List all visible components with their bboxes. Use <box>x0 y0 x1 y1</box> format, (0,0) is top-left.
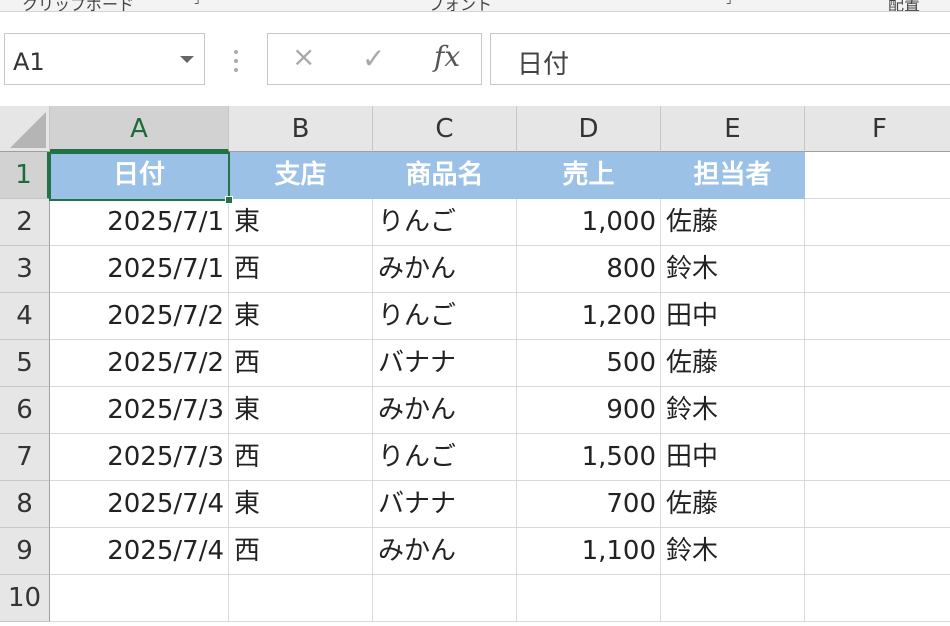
dialog-launcher-icon[interactable]: ⌟ <box>726 0 732 6</box>
cell-b8[interactable]: 東 <box>229 481 373 528</box>
row-header-6[interactable]: 6 <box>0 387 50 434</box>
row-header-5[interactable]: 5 <box>0 340 50 387</box>
row-header-8[interactable]: 8 <box>0 481 50 528</box>
cell-c4[interactable]: りんご <box>373 293 517 340</box>
cell-d8[interactable]: 700 <box>517 481 661 528</box>
cell-b3[interactable]: 西 <box>229 246 373 293</box>
cancel-icon[interactable]: × <box>292 40 315 73</box>
cell-f3[interactable] <box>805 246 950 293</box>
cell-d7[interactable]: 1,500 <box>517 434 661 481</box>
cell-f1[interactable] <box>805 152 950 199</box>
name-box-value: A1 <box>13 48 45 76</box>
column-header-c[interactable]: C <box>373 106 517 152</box>
function-icon[interactable]: fx <box>434 40 460 73</box>
name-box[interactable]: A1 <box>4 33 205 85</box>
cell-c7[interactable]: りんご <box>373 434 517 481</box>
cell-c2[interactable]: りんご <box>373 199 517 246</box>
cell-c9[interactable]: みかん <box>373 528 517 575</box>
row-header-4[interactable]: 4 <box>0 293 50 340</box>
cell-f8[interactable] <box>805 481 950 528</box>
cell-d10[interactable] <box>517 575 661 622</box>
ribbon-group-alignment[interactable]: 配置 <box>888 0 920 11</box>
check-icon[interactable]: ✓ <box>362 42 385 75</box>
cell-a7[interactable]: 2025/7/3 <box>50 434 229 481</box>
cell-f2[interactable] <box>805 199 950 246</box>
cell-b5[interactable]: 西 <box>229 340 373 387</box>
cell-e1[interactable]: 担当者 <box>661 152 805 199</box>
cell-d1[interactable]: 売上 <box>517 152 661 199</box>
cell-c6[interactable]: みかん <box>373 387 517 434</box>
cell-f6[interactable] <box>805 387 950 434</box>
column-header-d[interactable]: D <box>517 106 661 152</box>
cell-f7[interactable] <box>805 434 950 481</box>
column-header-f[interactable]: F <box>805 106 950 152</box>
cell-a1[interactable]: 日付 <box>50 152 229 199</box>
cell-d6[interactable]: 900 <box>517 387 661 434</box>
row-header-2[interactable]: 2 <box>0 199 50 246</box>
cell-d5[interactable]: 500 <box>517 340 661 387</box>
ribbon-group-clipboard[interactable]: クリップボード <box>22 0 134 11</box>
cell-d2[interactable]: 1,000 <box>517 199 661 246</box>
cell-a9[interactable]: 2025/7/4 <box>50 528 229 575</box>
cell-e6[interactable]: 鈴木 <box>661 387 805 434</box>
cell-a6[interactable]: 2025/7/3 <box>50 387 229 434</box>
formula-input[interactable]: 日付 <box>490 33 950 85</box>
cell-f10[interactable] <box>805 575 950 622</box>
row-header-10[interactable]: 10 <box>0 575 50 622</box>
fill-handle[interactable] <box>225 196 233 204</box>
cell-b7[interactable]: 西 <box>229 434 373 481</box>
cell-b2[interactable]: 東 <box>229 199 373 246</box>
ribbon-group-font[interactable]: フォント <box>428 0 492 11</box>
cell-e2[interactable]: 佐藤 <box>661 199 805 246</box>
formula-bar-area: A1 × ✓ fx 日付 <box>0 13 950 106</box>
cell-a8[interactable]: 2025/7/4 <box>50 481 229 528</box>
dropdown-arrow-icon[interactable] <box>180 56 194 63</box>
cell-d9[interactable]: 1,100 <box>517 528 661 575</box>
cell-a3[interactable]: 2025/7/1 <box>50 246 229 293</box>
column-header-a[interactable]: A <box>50 106 229 152</box>
cell-e10[interactable] <box>661 575 805 622</box>
cell-d4[interactable]: 1,200 <box>517 293 661 340</box>
cell-a2[interactable]: 2025/7/1 <box>50 199 229 246</box>
cell-e7[interactable]: 田中 <box>661 434 805 481</box>
cell-f5[interactable] <box>805 340 950 387</box>
cell-c10[interactable] <box>373 575 517 622</box>
cell-e5[interactable]: 佐藤 <box>661 340 805 387</box>
cell-e8[interactable]: 佐藤 <box>661 481 805 528</box>
cell-a5[interactable]: 2025/7/2 <box>50 340 229 387</box>
cell-f4[interactable] <box>805 293 950 340</box>
cell-b1[interactable]: 支店 <box>229 152 373 199</box>
cell-e9[interactable]: 鈴木 <box>661 528 805 575</box>
splitter-handle[interactable] <box>234 50 238 72</box>
cell-e4[interactable]: 田中 <box>661 293 805 340</box>
cell-c5[interactable]: バナナ <box>373 340 517 387</box>
cell-c1[interactable]: 商品名 <box>373 152 517 199</box>
cell-c3[interactable]: みかん <box>373 246 517 293</box>
cell-a10[interactable] <box>50 575 229 622</box>
row-header-9[interactable]: 9 <box>0 528 50 575</box>
ribbon-strip: クリップボード ⌟ フォント ⌟ 配置 <box>0 0 950 12</box>
cell-e3[interactable]: 鈴木 <box>661 246 805 293</box>
cell-b6[interactable]: 東 <box>229 387 373 434</box>
cell-a4[interactable]: 2025/7/2 <box>50 293 229 340</box>
column-header-e[interactable]: E <box>661 106 805 152</box>
row-header-3[interactable]: 3 <box>0 246 50 293</box>
row-header-7[interactable]: 7 <box>0 434 50 481</box>
cell-b4[interactable]: 東 <box>229 293 373 340</box>
cell-f9[interactable] <box>805 528 950 575</box>
formula-buttons: × ✓ fx <box>267 33 482 85</box>
column-header-b[interactable]: B <box>229 106 373 152</box>
dialog-launcher-icon[interactable]: ⌟ <box>194 0 200 6</box>
row-header-1[interactable]: 1 <box>0 152 50 199</box>
cell-b10[interactable] <box>229 575 373 622</box>
select-all-icon[interactable] <box>0 106 50 152</box>
cell-d3[interactable]: 800 <box>517 246 661 293</box>
cell-c8[interactable]: バナナ <box>373 481 517 528</box>
formula-content: 日付 <box>517 50 570 80</box>
cell-b9[interactable]: 西 <box>229 528 373 575</box>
